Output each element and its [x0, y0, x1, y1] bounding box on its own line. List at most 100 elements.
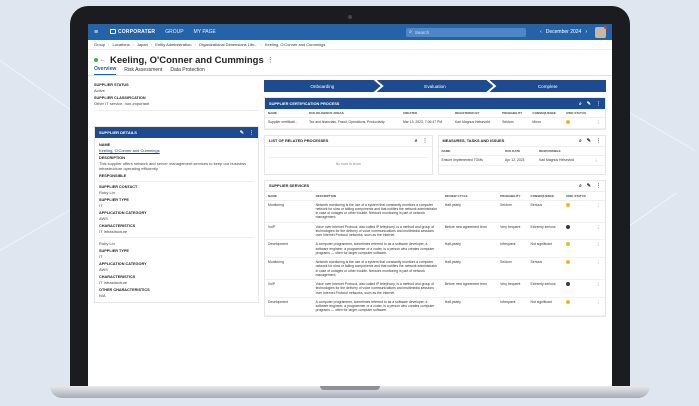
chevron-right-icon[interactable]: › — [585, 29, 587, 35]
panel-title: SUPPLIER DETAILS — [99, 130, 137, 135]
more-vertical-icon[interactable]: ⋮ — [596, 203, 601, 208]
step-complete[interactable]: Complete — [489, 80, 607, 92]
cell-registered-by: Karl Magnus Helsevold — [452, 117, 500, 129]
chevron-left-icon[interactable]: ‹ — [540, 29, 542, 35]
column-header: REVIEW CYCLE — [441, 191, 498, 201]
more-vertical-icon[interactable]: ⋮ — [596, 282, 601, 287]
table-row[interactable]: Development A computer programmer, someti… — [265, 297, 605, 316]
name-label: NAME — [99, 143, 111, 147]
cell-name: Supplier certificati... — [265, 117, 306, 129]
card-title: MEASURES, TASKS AND ISSUES — [442, 138, 505, 144]
camera-dot — [348, 15, 352, 19]
risk-status-dot — [566, 120, 571, 124]
cell-description: A computer programmer, sometimes referre… — [312, 239, 442, 259]
hamburger-icon[interactable]: ≡ — [94, 29, 102, 36]
column-header: REGISTERED BY — [452, 109, 500, 118]
tab-data-protection[interactable]: Data Protection — [170, 67, 204, 75]
cell-name: Monitoring — [265, 200, 313, 223]
summary-box: SUPPLIER STATUS Active SUPPLIER CLASSIFI… — [94, 83, 259, 111]
related-processes-header: LIST OF RELATED PROCESSES ⌕ ⋮ — [265, 136, 432, 147]
nav-my-page[interactable]: MY PAGE — [194, 29, 216, 35]
card-title: SUPPLIER SERVICES — [269, 183, 310, 189]
type-label: SUPPLIER TYPE — [99, 198, 129, 202]
top-bar: ≡ CORPORATER GROUP MY PAGE ⌕ Search ‹ De… — [88, 24, 612, 40]
step-evaluation[interactable]: Evaluation — [376, 80, 494, 92]
app-category-label: APPLICATION CATEGORY — [99, 262, 147, 266]
breadcrumb-item[interactable]: Organizational Dimensions Libr... — [199, 42, 258, 47]
cell-description: A computer programmer, sometimes referre… — [312, 297, 442, 316]
name-link[interactable]: Keeling, O'Conner and Cummings — [99, 148, 254, 153]
column-header: DUE DILIGENCE AREAS — [305, 109, 400, 118]
table-row[interactable]: Ensure Implemented TOMs Apr 12, 2023 Kar… — [438, 155, 605, 167]
type-value: IT — [99, 254, 103, 259]
certification-table: NAME DUE DILIGENCE AREAS CREATED REGISTE… — [265, 109, 605, 129]
characteristics-value: IT Infrastructure — [99, 280, 128, 285]
more-vertical-icon[interactable]: ⋮ — [249, 130, 254, 136]
more-vertical-icon[interactable]: ⋮ — [594, 158, 599, 163]
search-icon[interactable]: ⌕ — [579, 183, 582, 189]
table-row[interactable]: Monitoring Network monitoring is the use … — [265, 257, 605, 281]
supplier-details-body: NAME Keeling, O'Conner and Cummings DESC… — [95, 138, 258, 302]
status-label: SUPPLIER STATUS — [94, 83, 129, 87]
contact-value: Roby Lin — [99, 190, 115, 195]
table-row[interactable]: Supplier certificati... Tax and financia… — [265, 117, 605, 129]
column-header: NAME — [265, 191, 313, 201]
cell-probability: Infrequent — [497, 297, 528, 316]
edit-icon[interactable]: ✎ — [587, 138, 591, 144]
table-row[interactable]: VoIP Voice over Internet Protocol, also c… — [265, 222, 605, 241]
status-indicator — [94, 58, 98, 62]
breadcrumb: Group › Locations › Japan › Entity Administ… — [88, 40, 612, 50]
edit-icon[interactable]: ✎ — [587, 183, 591, 189]
cell-probability: Very frequent — [497, 222, 528, 241]
table-row[interactable]: Development A computer programmer, someti… — [265, 239, 605, 259]
cell-description: Voice over Internet Protocol, also calle… — [312, 222, 442, 241]
search-icon[interactable]: ⌕ — [415, 138, 418, 144]
search-placeholder: Search — [414, 29, 430, 35]
more-vertical-icon[interactable]: ⋮ — [423, 138, 428, 144]
breadcrumb-item[interactable]: Entity Administration — [155, 42, 191, 47]
breadcrumb-item[interactable]: Group — [94, 42, 105, 47]
empty-state: No rows to show — [269, 156, 428, 170]
step-onboarding[interactable]: Onboarding — [264, 80, 381, 92]
process-stepper: Onboarding Evaluation Complete — [264, 80, 607, 92]
breadcrumb-item[interactable]: Japan — [137, 42, 148, 47]
more-vertical-icon[interactable]: ⋮ — [596, 120, 601, 125]
status-value: Active — [94, 88, 105, 93]
cell-created: Mar 13, 2023, 7:06:47 PM — [399, 117, 453, 129]
more-vertical-icon[interactable]: ⋮ — [596, 242, 601, 247]
tab-overview[interactable]: Overview — [94, 66, 117, 75]
left-column: SUPPLIER STATUS Active SUPPLIER CLASSIFI… — [94, 80, 259, 322]
app-category-value: AWS — [99, 267, 108, 272]
search-icon[interactable]: ⌕ — [579, 138, 582, 144]
more-vertical-icon[interactable]: ⋮ — [267, 56, 274, 64]
date-selector[interactable]: ‹ December 2024 › — [540, 29, 587, 35]
nav-group[interactable]: GROUP — [165, 29, 183, 35]
edit-icon[interactable]: ✎ — [240, 130, 244, 136]
characteristics-label: CHARACTERISTICS — [99, 275, 136, 279]
table-row[interactable]: VoIP Voice over Internet Protocol, also c… — [265, 279, 605, 298]
measures-header: MEASURES, TASKS AND ISSUES ⌕ ✎ ⋮ — [438, 136, 605, 147]
tab-risk-assessment[interactable]: Risk Assessment — [124, 67, 162, 75]
more-vertical-icon[interactable]: ⋮ — [596, 101, 601, 107]
more-vertical-icon[interactable]: ⋮ — [596, 300, 601, 305]
related-processes-card: LIST OF RELATED PROCESSES ⌕ ⋮ No rows to… — [264, 134, 433, 175]
search-icon[interactable]: ⌕ — [579, 101, 582, 107]
cell-probability: Very frequent — [497, 279, 528, 298]
breadcrumb-item[interactable]: Locations — [112, 42, 129, 47]
column-header: RISK STATUS — [563, 191, 593, 201]
column-header: NAME — [265, 109, 306, 118]
supplier-details-panel: SUPPLIER DETAILS ✎ ⋮ NAME Keeling, O'Con… — [94, 126, 259, 303]
search-input[interactable]: ⌕ Search — [406, 27, 527, 37]
avatar[interactable] — [595, 25, 607, 38]
edit-icon[interactable]: ✎ — [587, 101, 591, 107]
arrow-left-icon[interactable]: ← — [100, 57, 106, 63]
main-content: SUPPLIER STATUS Active SUPPLIER CLASSIFI… — [88, 76, 612, 326]
more-vertical-icon[interactable]: ⋮ — [596, 138, 601, 144]
table-row[interactable]: Monitoring Network monitoring is the use … — [265, 200, 605, 223]
more-vertical-icon[interactable]: ⋮ — [596, 225, 601, 230]
more-vertical-icon[interactable]: ⋮ — [596, 183, 601, 189]
cell-consequence: Serious — [527, 200, 564, 223]
more-vertical-icon[interactable]: ⋮ — [596, 260, 601, 265]
app-logo[interactable]: CORPORATER — [110, 29, 155, 35]
description-label: DESCRIPTION — [99, 156, 125, 160]
